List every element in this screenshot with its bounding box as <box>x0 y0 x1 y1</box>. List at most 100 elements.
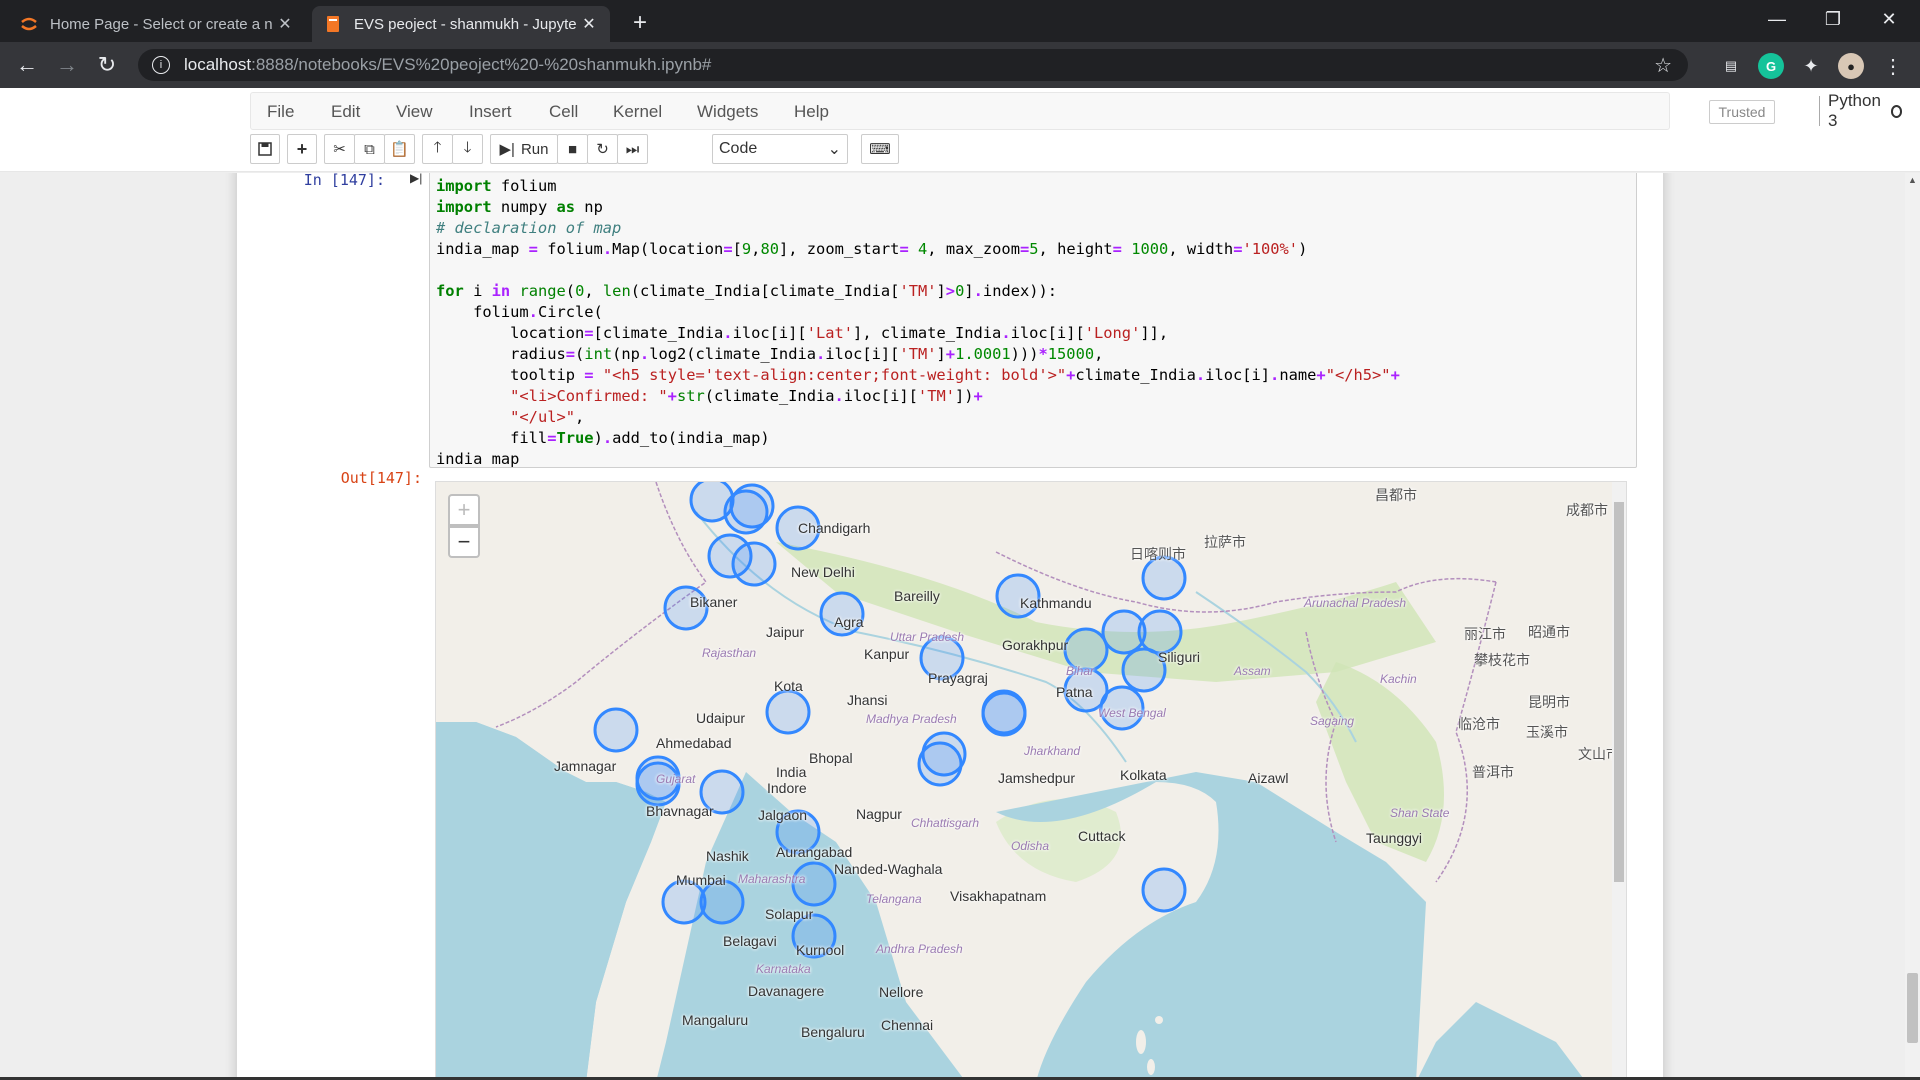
restart-icon[interactable]: ↻ <box>587 134 618 164</box>
scroll-up-icon[interactable]: ▲ <box>1908 175 1917 185</box>
circle-marker[interactable] <box>917 741 963 787</box>
map-label: Chennai <box>881 1017 934 1033</box>
profile-avatar[interactable]: ● <box>1838 53 1864 79</box>
keyboard-icon[interactable]: ⌨ <box>861 134 899 164</box>
interrupt-icon[interactable]: ■ <box>557 134 588 164</box>
reading-list-icon[interactable]: ▤ <box>1718 53 1744 79</box>
move-up-icon[interactable]: 🡑 <box>422 134 453 164</box>
map-label: Shan State <box>1390 806 1450 820</box>
state-label: Andhra Pradesh <box>876 942 963 956</box>
map-label: India <box>776 764 807 780</box>
circle-marker[interactable] <box>981 689 1027 735</box>
url-path: :8888/notebooks/EVS%20peoject%20-%20shan… <box>251 55 712 74</box>
save-icon[interactable] <box>250 134 280 164</box>
circle-marker[interactable] <box>1137 609 1183 655</box>
chevron-down-icon: ⌄ <box>827 141 841 158</box>
tab-title: Home Page - Select or create a n <box>50 15 273 33</box>
close-tab-icon[interactable]: ✕ <box>276 14 294 34</box>
browser-nav-bar: ← → ↻ i localhost:8888/notebooks/EVS%20p… <box>0 42 1920 88</box>
map-label: Jamshedpur <box>998 770 1076 786</box>
menu-file[interactable]: File <box>267 102 294 122</box>
state-label: Madhya Pradesh <box>866 712 957 726</box>
close-tab-icon[interactable]: ✕ <box>580 14 598 34</box>
state-label: Jharkhand <box>1024 744 1081 758</box>
copy-icon[interactable]: ⧉ <box>354 134 385 164</box>
close-window-icon[interactable]: ✕ <box>1866 0 1912 38</box>
cell-type-select[interactable]: Code ⌄ <box>712 134 848 164</box>
state-label: Odisha <box>1011 839 1050 853</box>
map-label: Jalgaon <box>758 807 808 823</box>
code-text[interactable]: import folium import numpy as np # decla… <box>436 176 1630 467</box>
code-cell-editor[interactable]: import folium import numpy as np # decla… <box>429 173 1637 468</box>
circle-marker[interactable] <box>765 689 811 735</box>
state-label: Gujarat <box>656 772 696 786</box>
minimize-icon[interactable]: — <box>1754 0 1800 38</box>
menu-kebab-icon[interactable]: ⋮ <box>1880 53 1906 79</box>
run-cell-icon[interactable]: ▶| <box>410 173 422 185</box>
map-label: Siliguri <box>1158 649 1201 665</box>
trusted-badge[interactable]: Trusted <box>1709 100 1775 124</box>
map-label: Visakhapatnam <box>950 888 1047 904</box>
map-label: 丽江市 <box>1464 626 1506 642</box>
step-forward-icon: ▶| <box>499 141 515 158</box>
circle-marker[interactable] <box>723 489 769 535</box>
menu-widgets[interactable]: Widgets <box>697 102 758 122</box>
circle-marker[interactable] <box>731 541 777 587</box>
reload-icon[interactable]: ↻ <box>92 50 122 80</box>
folium-map[interactable]: New Delhi Bikaner Jaipur Agra Bareilly K… <box>435 481 1627 1080</box>
state-label: Rajasthan <box>702 646 757 660</box>
zoom-in-button[interactable]: + <box>448 494 480 526</box>
map-label: Bikaner <box>690 594 738 610</box>
page-scrollbar-thumb[interactable] <box>1907 973 1918 1043</box>
move-down-icon[interactable]: 🡓 <box>452 134 483 164</box>
menu-view[interactable]: View <box>396 102 433 122</box>
map-label: Belagavi <box>723 933 777 949</box>
menu-cell[interactable]: Cell <box>549 102 578 122</box>
extensions-puzzle-icon[interactable]: ✦ <box>1798 53 1824 79</box>
map-label: Kurnool <box>796 942 845 958</box>
map-label: 昭通市 <box>1528 624 1570 640</box>
new-tab-button[interactable]: + <box>626 10 654 38</box>
info-icon[interactable]: i <box>152 56 170 74</box>
insert-cell-icon[interactable]: + <box>287 134 317 164</box>
map-scrollbar[interactable] <box>1612 482 1626 1080</box>
kernel-indicator[interactable]: Python 3 <box>1819 91 1902 130</box>
page-scrollbar[interactable]: ▲ <box>1905 173 1920 1080</box>
map-label: Patna <box>1056 684 1093 700</box>
state-label: Telangana <box>866 892 922 906</box>
map-scrollbar-thumb[interactable] <box>1614 502 1624 882</box>
tab-title: EVS peoject - shanmukh - Jupyte <box>354 15 577 33</box>
menu-insert[interactable]: Insert <box>469 102 512 122</box>
fast-forward-icon[interactable]: ⏭ <box>617 134 648 164</box>
tab-home-page[interactable]: Home Page - Select or create a n ✕ <box>8 6 306 42</box>
circle-marker[interactable] <box>1141 867 1187 913</box>
map-label: Nellore <box>879 984 924 1000</box>
map-label: Nagpur <box>856 806 902 822</box>
circle-marker[interactable] <box>593 707 639 753</box>
map-label: Jamnagar <box>554 758 617 774</box>
state-label: Chhattisgarh <box>911 816 980 830</box>
map-label: Indore <box>767 780 807 796</box>
tab-evs-notebook[interactable]: EVS peoject - shanmukh - Jupyte ✕ <box>312 6 610 42</box>
restore-icon[interactable]: ❐ <box>1810 0 1856 38</box>
zoom-out-button[interactable]: − <box>448 526 480 558</box>
map-label: Bareilly <box>894 588 940 604</box>
menu-kernel[interactable]: Kernel <box>613 102 662 122</box>
bookmark-star-icon[interactable]: ☆ <box>1654 53 1672 78</box>
menu-edit[interactable]: Edit <box>331 102 360 122</box>
map-label: Mangaluru <box>682 1012 749 1028</box>
address-bar[interactable]: i localhost:8888/notebooks/EVS%20peoject… <box>138 49 1688 81</box>
menu-help[interactable]: Help <box>794 102 829 122</box>
back-icon[interactable]: ← <box>12 50 42 80</box>
paste-icon[interactable]: 📋 <box>384 134 415 164</box>
map-label: Aurangabad <box>776 844 853 860</box>
state-label: West Bengal <box>1098 706 1166 720</box>
map-label: Prayagraj <box>928 670 988 686</box>
map-label: Gorakhpur <box>1002 637 1069 653</box>
map-label: 日喀则市 <box>1130 546 1186 562</box>
grammarly-icon[interactable]: G <box>1758 53 1784 79</box>
cut-icon[interactable]: ✂ <box>324 134 355 164</box>
notebook-scroll-area[interactable]: In [147]: ▶| import folium import numpy … <box>0 173 1905 1080</box>
run-button[interactable]: ▶| Run <box>490 134 558 164</box>
forward-icon[interactable]: → <box>52 50 82 80</box>
